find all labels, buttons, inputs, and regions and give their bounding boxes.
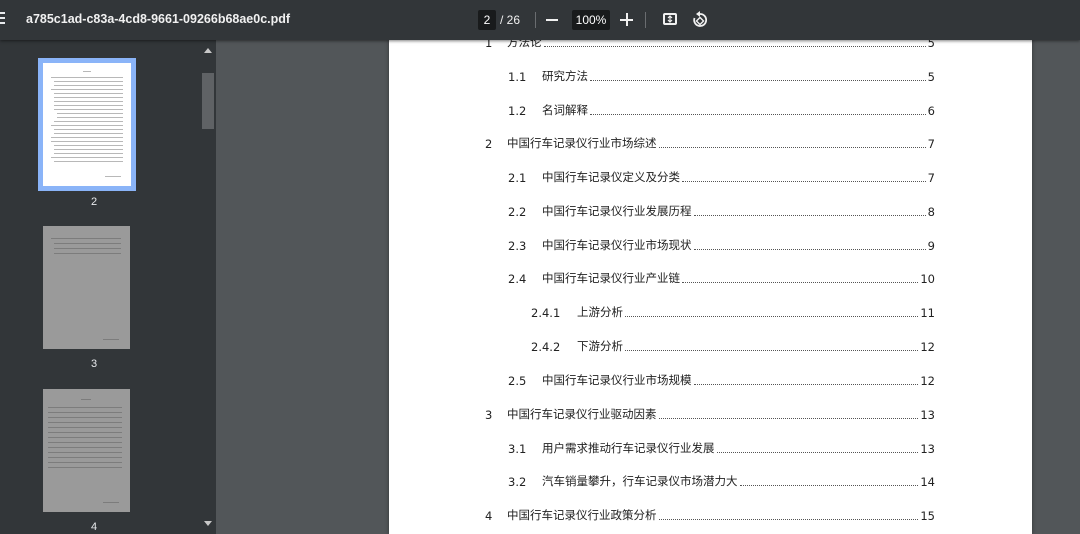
toc-leader xyxy=(658,417,919,419)
toc-page-number: 7 xyxy=(927,171,935,185)
toc-title: 中国行车记录仪行业产业链 xyxy=(542,271,680,285)
scrollbar-thumb[interactable] xyxy=(202,73,214,129)
toc-entry[interactable]: 2.4 中国行车记录仪行业产业链 10 xyxy=(508,268,935,286)
toc-page-number: 12 xyxy=(920,374,935,388)
toc-title: 中国行车记录仪行业市场规模 xyxy=(542,373,692,387)
toc-number: 2.4.2 xyxy=(531,340,561,354)
toc-entry[interactable]: 2.2 中国行车记录仪行业发展历程 8 xyxy=(508,201,935,219)
thumbnail-label: 3 xyxy=(90,358,98,370)
toc-number: 1.1 xyxy=(508,70,527,84)
thumbnail-label: 4 xyxy=(90,521,98,533)
thumbnail-page-3[interactable] xyxy=(43,226,130,349)
toc-number: 3 xyxy=(485,408,493,422)
toc-page-number: 9 xyxy=(927,239,935,253)
zoom-in-button[interactable] xyxy=(620,13,634,27)
toolbar-divider xyxy=(535,12,536,28)
toc-title: 中国行车记录仪行业市场现状 xyxy=(542,238,692,252)
toc-entry[interactable]: 3 中国行车记录仪行业驱动因素 13 xyxy=(485,404,935,422)
toc-entry[interactable]: 4 中国行车记录仪行业政策分析 15 xyxy=(485,505,935,523)
toc-title: 中国行车记录仪定义及分类 xyxy=(542,170,680,184)
toc-title: 上游分析 xyxy=(577,305,623,319)
thumbnail-label: 2 xyxy=(90,196,98,208)
toc-page-number: 14 xyxy=(920,475,935,489)
toc-number: 3.2 xyxy=(508,475,527,489)
thumbnail-page-2[interactable] xyxy=(38,58,136,191)
toc-page-number: 11 xyxy=(920,306,935,320)
toc-leader xyxy=(543,45,926,47)
toc-entry[interactable]: 1.2 名词解释 6 xyxy=(508,100,935,118)
fit-to-page-icon[interactable] xyxy=(663,13,677,25)
toc-title: 用户需求推动行车记录仪行业发展 xyxy=(542,441,715,455)
toc-leader xyxy=(716,451,919,453)
toc-entry[interactable]: 2.4.2 下游分析 12 xyxy=(531,336,935,354)
scroll-down-icon[interactable] xyxy=(204,521,212,526)
toc-page-number: 8 xyxy=(927,205,935,219)
toc-leader xyxy=(682,180,926,182)
toc-page-number: 15 xyxy=(920,509,935,523)
document-scrollbar[interactable] xyxy=(1068,40,1080,534)
toc-page-number: 13 xyxy=(920,442,935,456)
toc-leader xyxy=(693,248,926,250)
toc-leader xyxy=(625,349,919,351)
toc-entry[interactable]: 2.5 中国行车记录仪行业市场规模 12 xyxy=(508,370,935,388)
scroll-up-icon[interactable] xyxy=(204,48,212,53)
toc-entry[interactable]: 3.1 用户需求推动行车记录仪行业发展 13 xyxy=(508,438,935,456)
toc-title: 中国行车记录仪行业政策分析 xyxy=(507,508,657,522)
thumbnail-sidebar: 2 3 4 xyxy=(0,40,216,534)
toc-entry[interactable]: 1.1 研究方法 5 xyxy=(508,66,935,84)
thumbnail-paper xyxy=(43,63,131,186)
toc-leader xyxy=(658,518,919,520)
toc-leader xyxy=(682,281,919,283)
toc-leader xyxy=(693,214,926,216)
toc-leader xyxy=(658,146,926,148)
document-title: a785c1ad-c83a-4cd8-9661-09266b68ae0c.pdf xyxy=(26,12,291,26)
toc-number: 3.1 xyxy=(508,442,527,456)
toc-page-number: 13 xyxy=(920,408,935,422)
toolbar-divider xyxy=(645,12,646,28)
menu-icon[interactable] xyxy=(0,12,6,28)
toc-number: 2.5 xyxy=(508,374,527,388)
toc-page-number: 10 xyxy=(920,272,935,286)
toc-leader xyxy=(693,383,919,385)
toc-leader xyxy=(590,79,926,81)
toc-entry[interactable]: 2 中国行车记录仪行业市场综述 7 xyxy=(485,133,935,151)
thumbnail-page-4[interactable] xyxy=(43,389,130,512)
toc-number: 2 xyxy=(485,137,493,151)
toc-entry[interactable]: 2.3 中国行车记录仪行业市场现状 9 xyxy=(508,235,935,253)
pdf-toolbar: a785c1ad-c83a-4cd8-9661-09266b68ae0c.pdf… xyxy=(0,0,1080,40)
toc-leader xyxy=(590,113,926,115)
zoom-level-input[interactable]: 100% xyxy=(572,10,610,30)
toc-number: 2.1 xyxy=(508,171,527,185)
toc-page-number: 12 xyxy=(920,340,935,354)
zoom-out-button[interactable] xyxy=(546,19,558,21)
toc-title: 研究方法 xyxy=(542,69,588,83)
toc-title: 汽车销量攀升，行车记录仪市场潜力大 xyxy=(542,474,738,488)
toc-page-number: 5 xyxy=(927,70,935,84)
toc-number: 2.3 xyxy=(508,239,527,253)
toc-entry[interactable]: 2.4.1 上游分析 11 xyxy=(531,302,935,320)
toc-leader xyxy=(625,315,919,317)
toc-page-number: 7 xyxy=(927,137,935,151)
toc-number: 4 xyxy=(485,509,493,523)
toc-title: 名词解释 xyxy=(542,103,588,117)
page-number-input[interactable]: 2 xyxy=(478,10,496,30)
toc-title: 中国行车记录仪行业市场综述 xyxy=(507,136,657,150)
toc-title: 中国行车记录仪行业发展历程 xyxy=(542,204,692,218)
toc-title: 中国行车记录仪行业驱动因素 xyxy=(507,407,657,421)
toc-entry[interactable]: 2.1 中国行车记录仪定义及分类 7 xyxy=(508,167,935,185)
toc-title: 下游分析 xyxy=(577,339,623,353)
toc-number: 2.4 xyxy=(508,272,527,286)
toc-leader xyxy=(739,484,919,486)
toc-number: 2.4.1 xyxy=(531,306,561,320)
pdf-page: 1 方法论 5 1.1 研究方法 5 1.2 名词解释 6 2 中国行车记录仪行… xyxy=(389,30,1032,534)
toc-entry[interactable]: 3.2 汽车销量攀升，行车记录仪市场潜力大 14 xyxy=(508,471,935,489)
toc-number: 2.2 xyxy=(508,205,527,219)
toc-number: 1.2 xyxy=(508,104,527,118)
thumbnail-scrollbar[interactable] xyxy=(200,40,216,534)
toc-page-number: 6 xyxy=(927,104,935,118)
rotate-icon[interactable] xyxy=(690,10,710,30)
page-total: / 26 xyxy=(500,13,521,27)
